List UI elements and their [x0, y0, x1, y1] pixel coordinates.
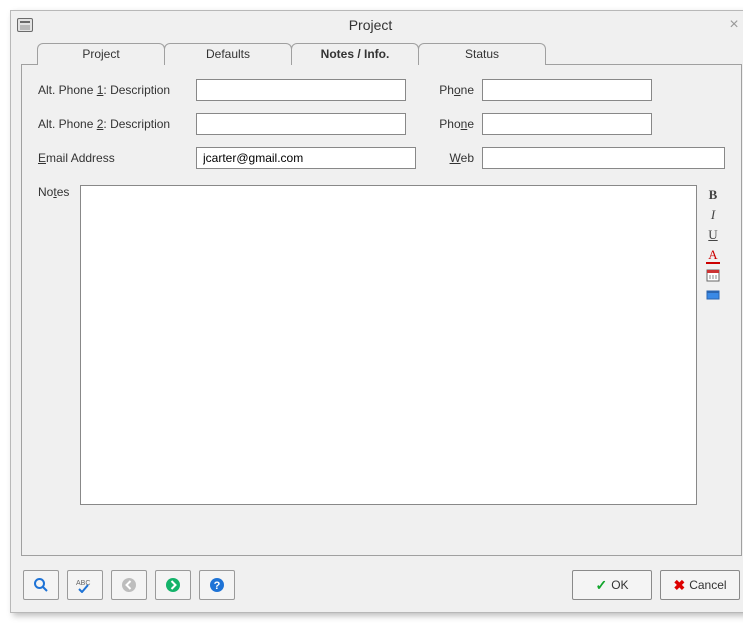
notes-format-toolbar: B I U A [701, 185, 725, 305]
insert-date-button[interactable] [703, 265, 723, 285]
tab-status[interactable]: Status [418, 43, 546, 65]
alt-phone-1-num-label: Phone [414, 83, 474, 97]
bold-button[interactable]: B [703, 185, 723, 205]
highlight-button[interactable] [703, 285, 723, 305]
ok-button[interactable]: ✓ OK [572, 570, 652, 600]
web-input[interactable] [482, 147, 725, 169]
email-label: Email Address [38, 151, 188, 165]
close-icon[interactable]: × [724, 16, 743, 34]
alt-phone-2-desc-input[interactable] [196, 113, 406, 135]
email-input[interactable] [196, 147, 416, 169]
spellcheck-button[interactable]: ABC [67, 570, 103, 600]
tab-notes-info[interactable]: Notes / Info. [291, 43, 419, 65]
tab-panel: Project Defaults Notes / Info. Status Al… [21, 41, 742, 556]
project-dialog: Project × Project Defaults Notes / Info.… [10, 10, 743, 613]
help-button[interactable]: ? [199, 570, 235, 600]
underline-button[interactable]: U [703, 225, 723, 245]
notes-input[interactable] [80, 185, 697, 505]
tab-bar: Project Defaults Notes / Info. Status [21, 41, 742, 65]
svg-text:?: ? [214, 580, 221, 592]
alt-phone-1-desc-input[interactable] [196, 79, 406, 101]
app-icon [17, 18, 33, 32]
notes-label: Notes [38, 185, 80, 199]
ok-button-label: OK [611, 578, 628, 592]
cancel-button-label: Cancel [689, 578, 726, 592]
cancel-icon: ✖ [673, 577, 685, 594]
tab-defaults[interactable]: Defaults [164, 43, 292, 65]
web-label: Web [414, 151, 474, 165]
check-icon: ✓ [595, 577, 607, 594]
alt-phone-2-num-label: Phone [414, 117, 474, 131]
cancel-button[interactable]: ✖ Cancel [660, 570, 740, 600]
back-button[interactable] [111, 570, 147, 600]
dialog-title: Project [17, 17, 724, 33]
italic-button[interactable]: I [703, 205, 723, 225]
font-color-button[interactable]: A [703, 245, 723, 265]
alt-phone-2-desc-label: Alt. Phone 2: Description [38, 117, 188, 131]
tab-project[interactable]: Project [37, 43, 165, 65]
titlebar: Project × [11, 11, 743, 39]
forward-button[interactable] [155, 570, 191, 600]
dialog-footer: ABC ? ✓ OK ✖ Cancel [11, 562, 743, 612]
tab-content-notes: Alt. Phone 1: Description Phone Alt. Pho… [21, 64, 742, 556]
search-button[interactable] [23, 570, 59, 600]
alt-phone-1-desc-label: Alt. Phone 1: Description [38, 83, 188, 97]
alt-phone-1-num-input[interactable] [482, 79, 652, 101]
alt-phone-2-num-input[interactable] [482, 113, 652, 135]
